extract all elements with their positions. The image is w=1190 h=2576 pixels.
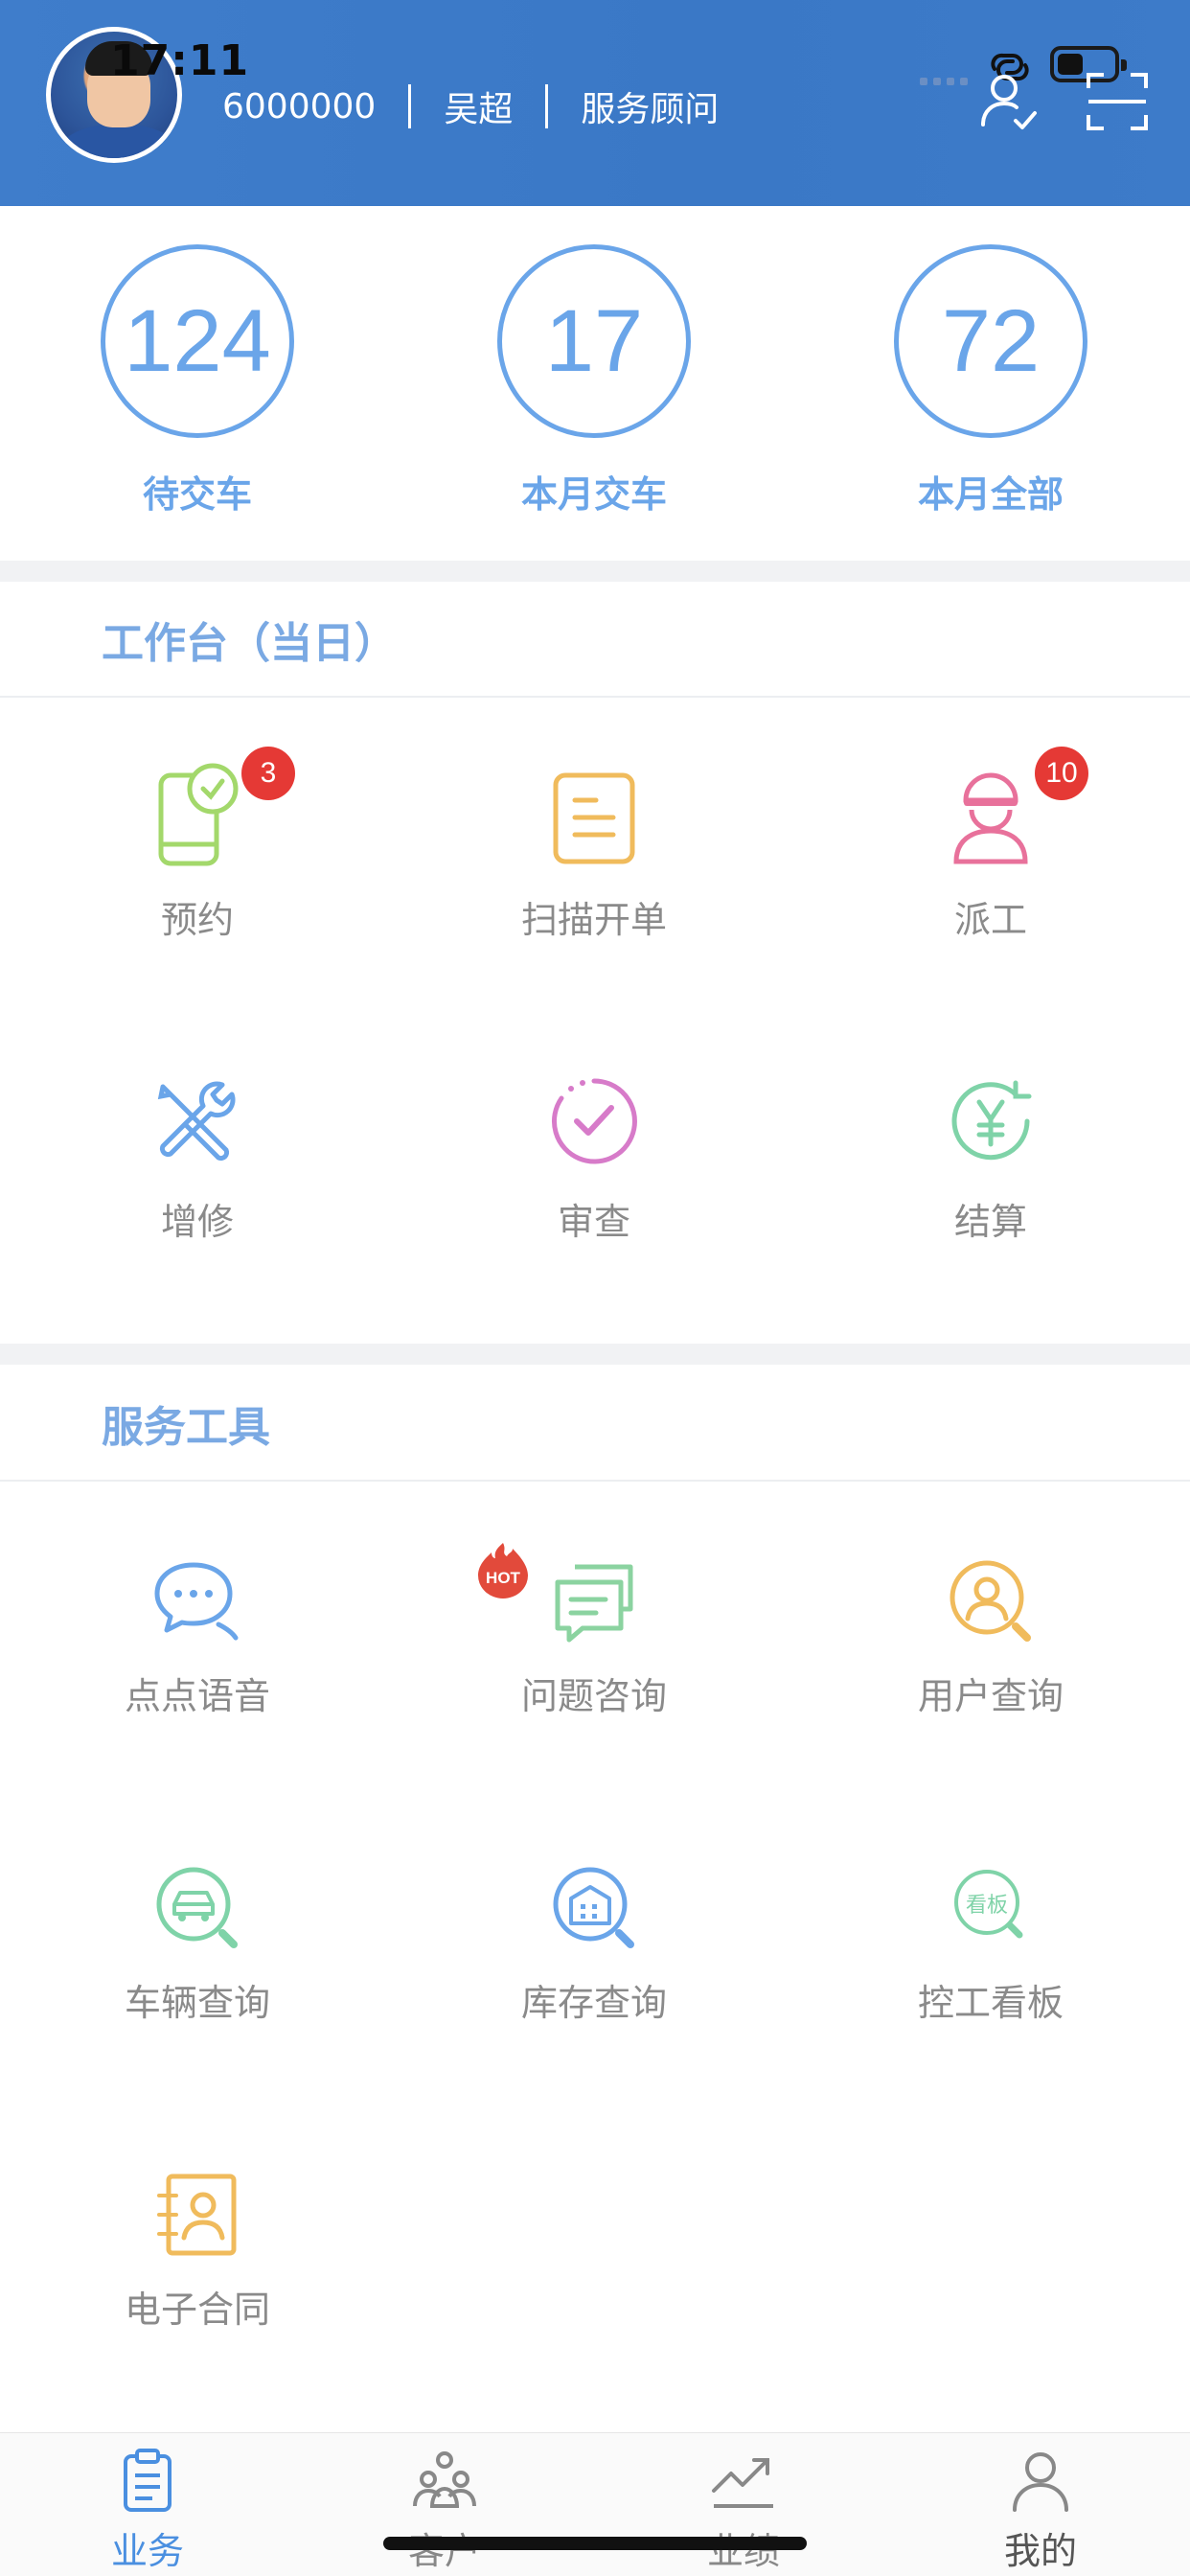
tile-inventory-query[interactable]: 库存查询 [469, 1864, 719, 2026]
car-search-icon [156, 1867, 238, 1948]
profile-icon [1013, 2452, 1068, 2512]
user-role: 服务顾问 [581, 90, 720, 129]
bottom-tab-bar: 业务 客户 业绩 我的 [0, 2432, 1190, 2576]
user-info: 6000000 吴超 服务顾问 [222, 82, 719, 130]
user-id: 6000000 [222, 86, 377, 126]
board-search-icon: 看板 [954, 1870, 1023, 1939]
worker-icon [953, 772, 1028, 864]
tile-extra-repair[interactable]: 增修 [73, 1073, 322, 1245]
tile-label: 库存查询 [520, 1982, 667, 2024]
tile-label: 预约 [160, 899, 234, 941]
tile-label: 审查 [557, 1201, 630, 1243]
tile-label: 控工看板 [917, 1982, 1064, 2024]
tile-settlement[interactable]: 结算 [866, 1073, 1115, 1245]
home-indicator [383, 2537, 807, 2550]
user-check-icon[interactable] [975, 67, 1044, 136]
tile-label: 车辆查询 [124, 1982, 270, 2024]
tile-label: 点点语音 [124, 1675, 270, 1717]
hot-icon: HOT [478, 1543, 528, 1598]
chat-bubble-icon [154, 1562, 239, 1641]
stat-monthly-delivery[interactable]: 17 本月交车 [489, 244, 699, 518]
tile-vehicle-query[interactable]: 车辆查询 [73, 1864, 322, 2026]
app-header: 17:11 6000000 吴超 服务顾问 [0, 0, 1190, 206]
tile-e-contract[interactable]: 电子合同 [73, 2171, 322, 2333]
contract-icon [157, 2174, 237, 2256]
check-circle-icon [551, 1078, 637, 1164]
dispatch-badge: 10 [1035, 747, 1088, 800]
tile-review[interactable]: 审查 [469, 1073, 719, 1245]
tab-business[interactable]: 业务 [61, 2447, 234, 2574]
tools-icon [157, 1081, 236, 1162]
tab-performance[interactable]: 业绩 [657, 2447, 830, 2574]
tab-label: 我的 [1003, 2530, 1077, 2572]
yen-refresh-icon [951, 1080, 1032, 1161]
stat-value: 17 [497, 244, 691, 438]
section-divider [0, 561, 1190, 582]
stat-value: 124 [101, 244, 294, 438]
trend-icon [712, 2458, 773, 2508]
tile-label: 增修 [160, 1201, 234, 1243]
divider-line [0, 1480, 1190, 1482]
tile-label: 结算 [953, 1201, 1027, 1243]
stat-label: 本月全部 [917, 473, 1064, 516]
tile-voice[interactable]: 点点语音 [73, 1557, 322, 1719]
user-search-icon [950, 1560, 1031, 1642]
tile-label: 扫描开单 [520, 899, 667, 941]
tile-label: 电子合同 [124, 2288, 270, 2331]
section-divider [0, 1344, 1190, 1365]
user-name: 吴超 [444, 90, 514, 129]
phone-clock-icon [158, 763, 239, 866]
tools-title: 服务工具 [102, 1403, 270, 1452]
tile-scan-order[interactable]: 扫描开单 [469, 762, 719, 943]
building-search-icon [553, 1867, 634, 1948]
stat-label: 本月交车 [520, 473, 667, 516]
stat-value: 72 [894, 244, 1087, 438]
message-icon [555, 1564, 633, 1643]
customers-icon [413, 2451, 476, 2508]
workbench-title: 工作台（当日） [102, 619, 397, 668]
stat-monthly-total[interactable]: 72 本月全部 [885, 244, 1096, 518]
clipboard-icon [124, 2449, 172, 2512]
tile-label: 问题咨询 [520, 1675, 667, 1717]
tab-customers[interactable]: 客户 [358, 2447, 531, 2574]
tile-label: 用户查询 [917, 1675, 1064, 1717]
stats-panel: 124 待交车 17 本月交车 72 本月全部 [0, 206, 1190, 561]
tab-mine[interactable]: 我的 [954, 2447, 1127, 2574]
divider-line [0, 696, 1190, 698]
hot-label: HOT [486, 1569, 521, 1587]
tile-control-board[interactable]: 看板 控工看板 [866, 1864, 1115, 2026]
tile-label: 派工 [953, 899, 1027, 941]
appointment-badge: 3 [241, 747, 295, 800]
status-time: 17:11 [110, 36, 250, 85]
stat-label: 待交车 [142, 473, 252, 516]
scan-icon[interactable] [1083, 67, 1152, 136]
stat-pending-delivery[interactable]: 124 待交车 [92, 244, 303, 518]
board-icon-text: 看板 [966, 1894, 1008, 1918]
signal-icon [920, 71, 975, 85]
document-icon [553, 772, 635, 864]
tile-user-query[interactable]: 用户查询 [866, 1557, 1115, 1719]
tab-label: 业务 [110, 2530, 184, 2572]
